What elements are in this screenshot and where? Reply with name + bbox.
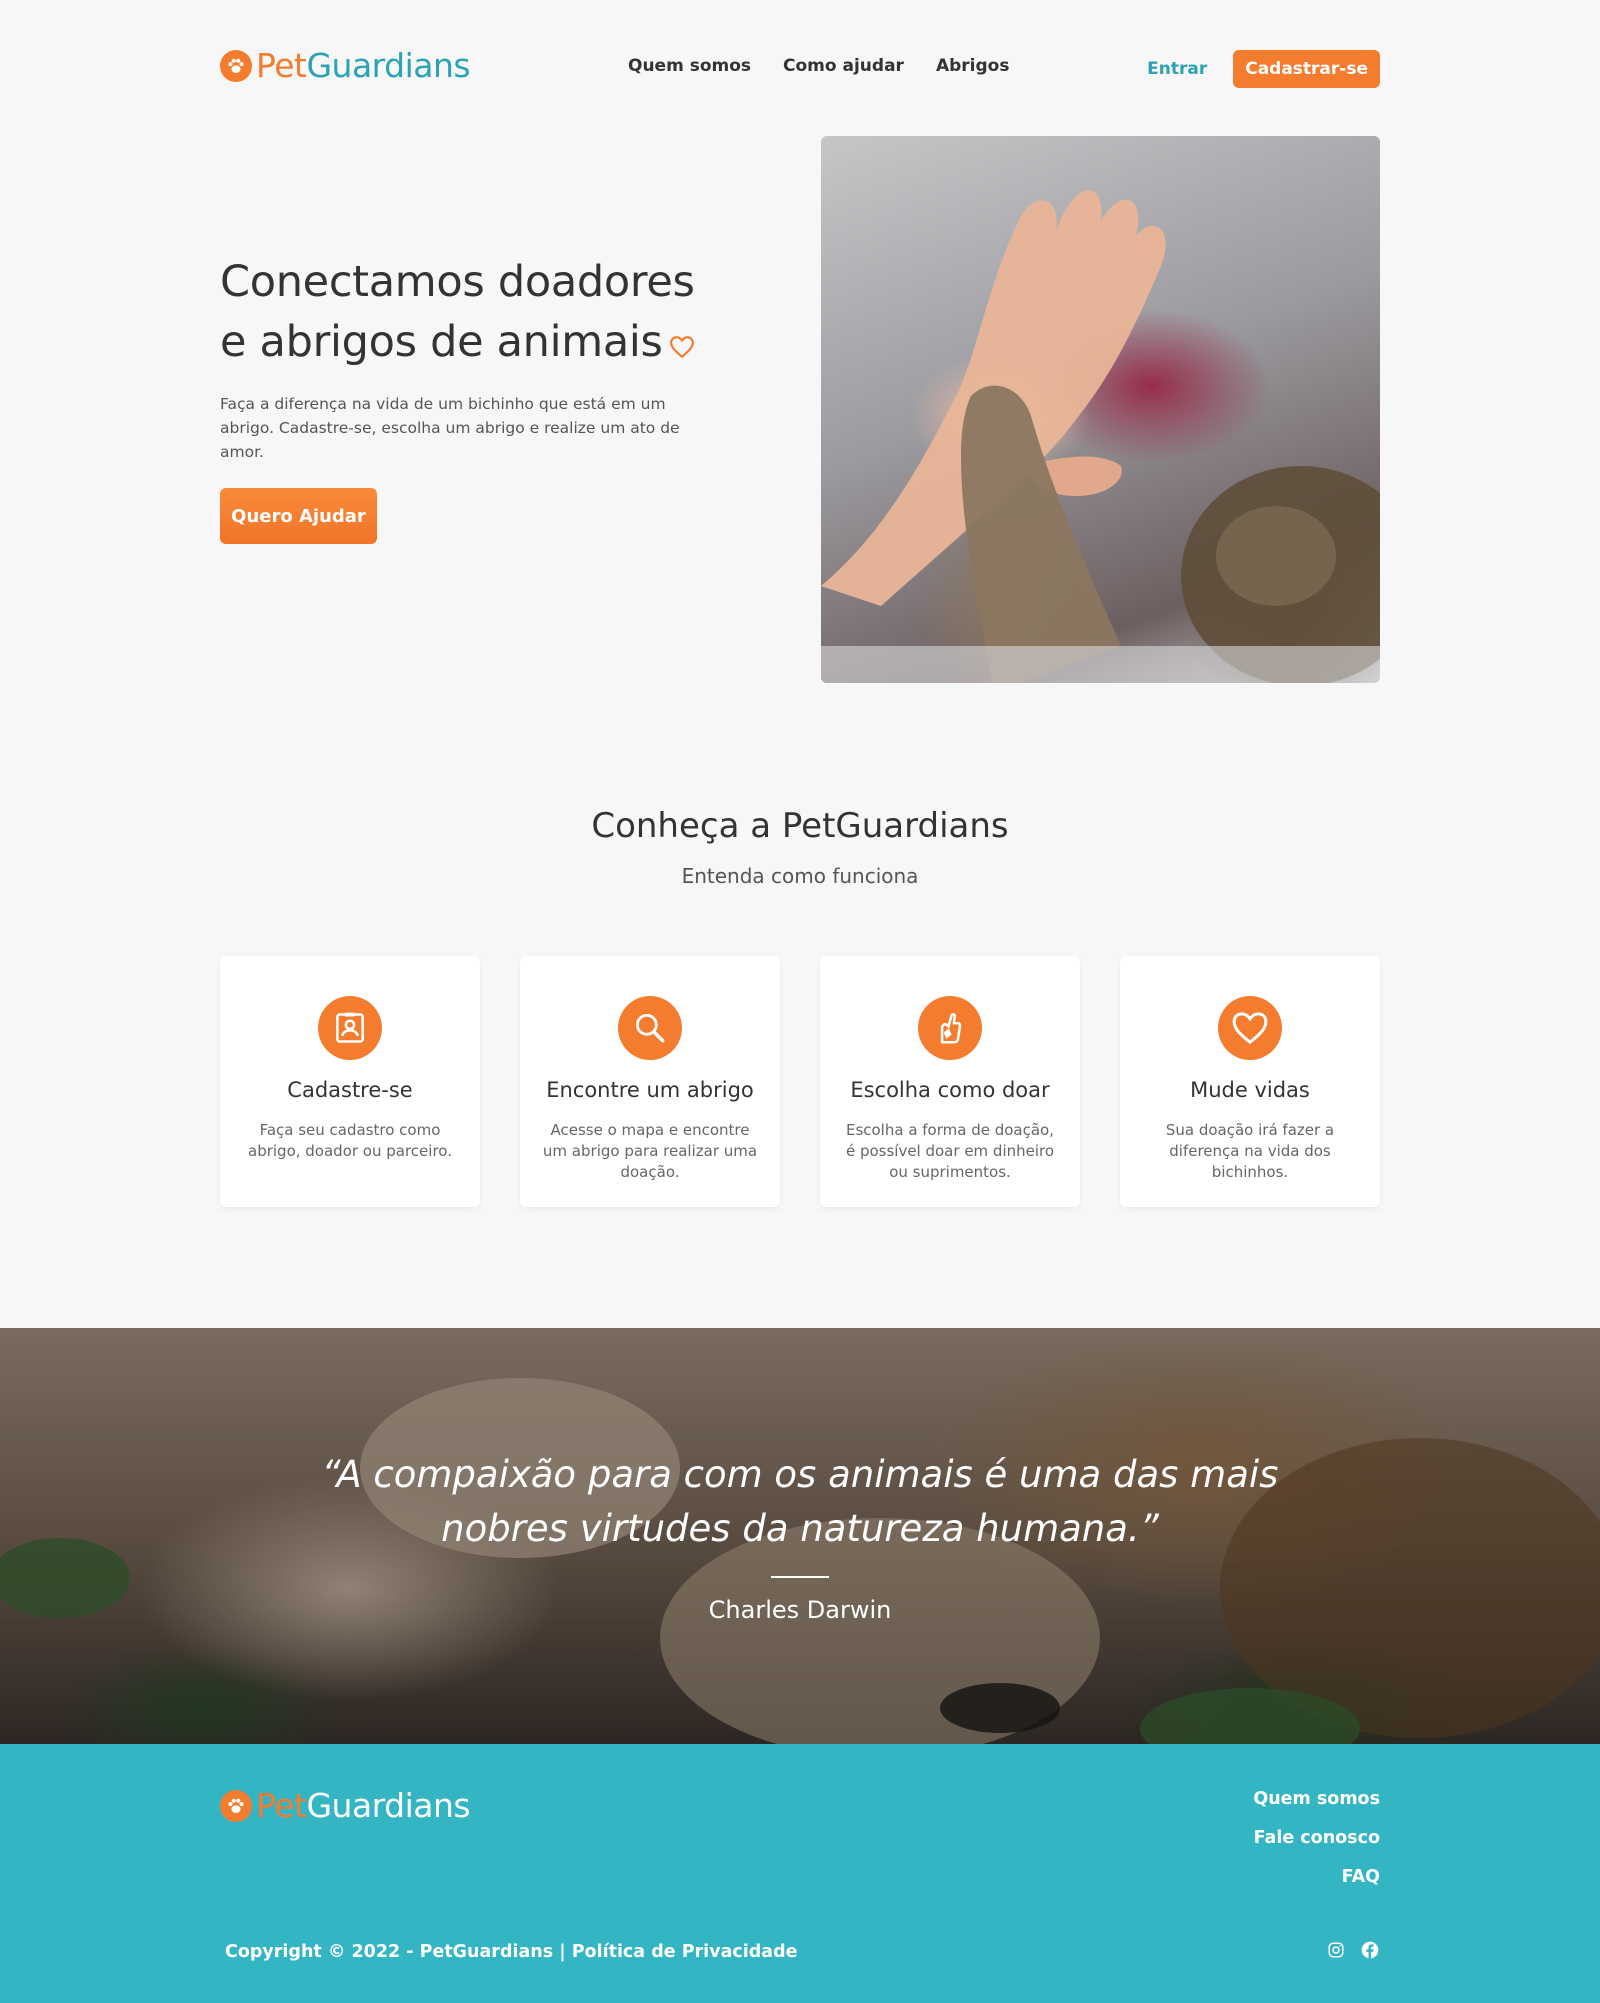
header-actions: Entrar Cadastrar-se bbox=[1147, 50, 1380, 88]
main-nav: Quem somos Como ajudar Abrigos bbox=[628, 56, 1009, 76]
heart-outline-icon bbox=[669, 315, 695, 375]
card-description: Acesse o mapa e encontre um abrigo para … bbox=[542, 1121, 758, 1181]
card-title: Escolha como doar bbox=[850, 1078, 1050, 1102]
nav-quem-somos[interactable]: Quem somos bbox=[628, 56, 751, 76]
hero-title-line2: e abrigos de animais bbox=[220, 317, 663, 367]
logo-text-guardians: Guardians bbox=[306, 46, 471, 85]
hand-heart-icon bbox=[918, 996, 982, 1060]
site-footer: PetGuardians Quem somos Fale conosco FAQ… bbox=[0, 1744, 1600, 2003]
quote-banner: “A compaixão para com os animais é uma d… bbox=[0, 1328, 1600, 1744]
paw-icon bbox=[220, 1790, 252, 1822]
footer-link-quem-somos[interactable]: Quem somos bbox=[1253, 1788, 1380, 1810]
copyright-text: Copyright © 2022 - PetGuardians | Políti… bbox=[225, 1942, 798, 1962]
heart-icon bbox=[1218, 996, 1282, 1060]
card-mude-vidas: Mude vidas Sua doação irá fazer a difere… bbox=[1120, 956, 1380, 1207]
quote-divider bbox=[771, 1576, 829, 1578]
quero-ajudar-button[interactable]: Quero Ajudar bbox=[220, 488, 377, 544]
logo-text-guardians: Guardians bbox=[306, 1786, 471, 1825]
id-badge-icon bbox=[318, 996, 382, 1060]
card-title: Encontre um abrigo bbox=[546, 1078, 754, 1102]
hero-description: Faça a diferença na vida de um bichinho … bbox=[220, 395, 680, 461]
login-link[interactable]: Entrar bbox=[1147, 59, 1207, 79]
card-encontre-abrigo: Encontre um abrigo Acesse o mapa e encon… bbox=[520, 956, 780, 1207]
logo-text: PetGuardians bbox=[256, 46, 471, 86]
footer-logo[interactable]: PetGuardians bbox=[220, 1786, 471, 1826]
facebook-icon[interactable] bbox=[1360, 1940, 1380, 1960]
hero-title-line1: Conectamos doadores bbox=[220, 257, 695, 307]
logo[interactable]: PetGuardians bbox=[220, 46, 471, 86]
search-icon bbox=[618, 996, 682, 1060]
card-description: Faça seu cadastro como abrigo, doador ou… bbox=[248, 1121, 452, 1160]
footer-link-fale-conosco[interactable]: Fale conosco bbox=[1254, 1827, 1380, 1849]
logo-text: PetGuardians bbox=[256, 1786, 471, 1826]
instagram-icon[interactable] bbox=[1326, 1940, 1346, 1960]
card-title: Mude vidas bbox=[1190, 1078, 1310, 1102]
quote-text: “A compaixão para com os animais é uma d… bbox=[321, 1453, 1279, 1550]
footer-links: Quem somos Fale conosco FAQ bbox=[1253, 1788, 1380, 1888]
quote-author: Charles Darwin bbox=[708, 1596, 892, 1624]
hero-title: Conectamos doadores e abrigos de animais bbox=[220, 252, 740, 375]
nav-abrigos[interactable]: Abrigos bbox=[936, 56, 1010, 76]
card-escolha-doar: Escolha como doar Escolha a forma de doa… bbox=[820, 956, 1080, 1207]
paw-icon bbox=[220, 50, 252, 82]
card-title: Cadastre-se bbox=[287, 1078, 413, 1102]
social-links bbox=[1326, 1940, 1380, 1960]
section-subtitle: Entenda como funciona bbox=[681, 864, 919, 888]
card-description: Escolha a forma de doação, é possível do… bbox=[845, 1121, 1055, 1181]
hand-and-cat-paw-photo bbox=[821, 190, 1380, 683]
nav-como-ajudar[interactable]: Como ajudar bbox=[783, 56, 904, 76]
signup-button[interactable]: Cadastrar-se bbox=[1233, 50, 1380, 88]
logo-text-pet: Pet bbox=[256, 46, 307, 85]
site-header: PetGuardians Quem somos Como ajudar Abri… bbox=[220, 40, 1380, 96]
footer-link-faq[interactable]: FAQ bbox=[1342, 1866, 1380, 1888]
logo-text-pet: Pet bbox=[256, 1786, 307, 1825]
hero-image bbox=[821, 136, 1380, 683]
card-cadastre-se: Cadastre-se Faça seu cadastro como abrig… bbox=[220, 956, 480, 1207]
section-title: Conheça a PetGuardians bbox=[591, 806, 1009, 846]
card-description: Sua doação irá fazer a diferença na vida… bbox=[1165, 1121, 1335, 1181]
